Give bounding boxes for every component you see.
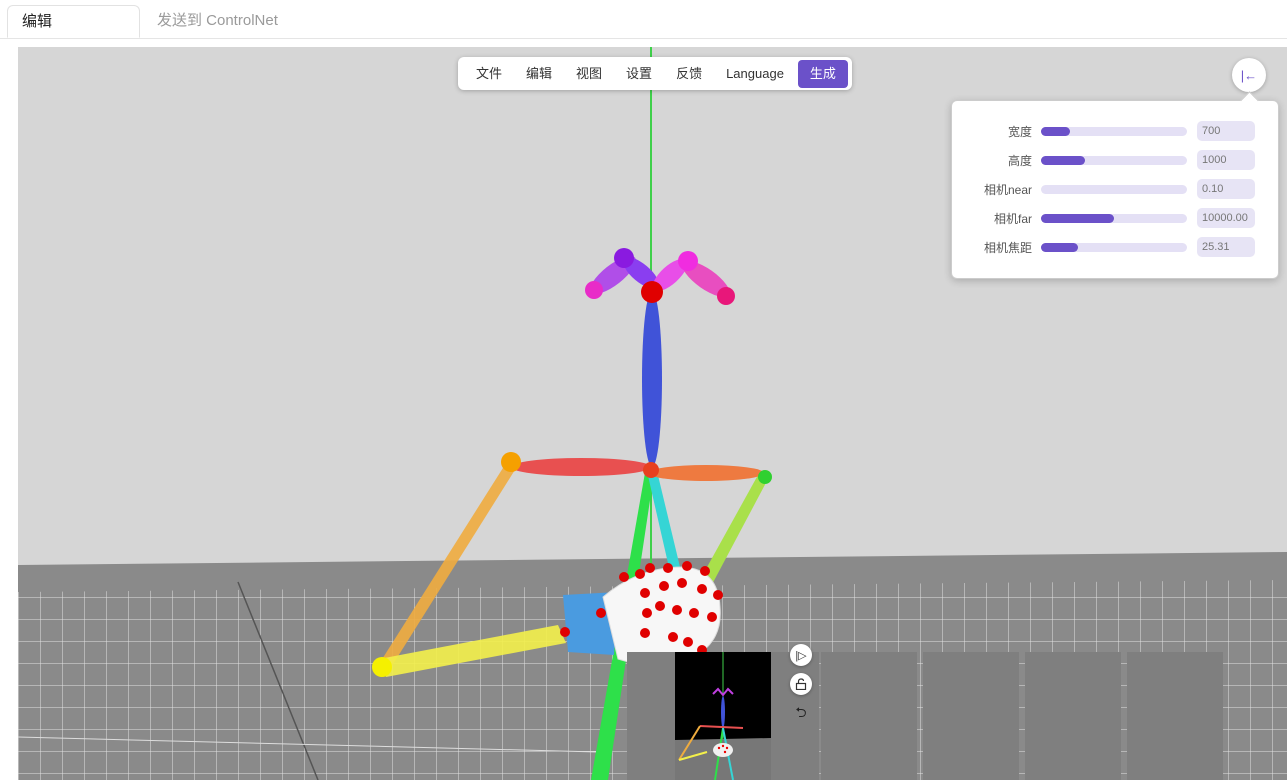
setting-row-camera-near: 相机near 0.10 <box>952 179 1278 199</box>
joint-left-shoulder <box>501 452 521 472</box>
setting-label: 高度 <box>1007 154 1032 168</box>
camera-near-slider[interactable] <box>1041 185 1187 194</box>
width-slider[interactable] <box>1041 127 1187 136</box>
joint-right-ear <box>717 287 735 305</box>
width-input[interactable]: 700 <box>1197 121 1255 141</box>
right-shoulder-bone <box>648 465 764 481</box>
height-input[interactable]: 1000 <box>1197 150 1255 170</box>
tab-edit-openpose[interactable]: 编辑 Openpose <box>7 5 140 62</box>
focal-length-input[interactable]: 25.31 <box>1197 237 1255 257</box>
thumbnail-preview <box>675 652 771 780</box>
menu-feedback[interactable]: 反馈 <box>664 60 714 88</box>
setting-label: 相机焦距 <box>983 241 1032 255</box>
thumbnail-slot[interactable] <box>821 652 917 780</box>
generate-button[interactable]: 生成 <box>797 59 848 88</box>
joint-left-eye <box>614 248 634 268</box>
tab-bar: 编辑 Openpose 发送到 ControlNet <box>0 0 1287 62</box>
thumbnail-slot[interactable] <box>923 652 1019 780</box>
joint-right-shoulder <box>758 470 772 484</box>
camera-far-input[interactable]: 10000.00 <box>1197 208 1255 228</box>
joint-nose <box>641 281 663 303</box>
focal-length-slider[interactable] <box>1041 243 1187 252</box>
play-icon[interactable]: |▷ <box>790 644 812 666</box>
menu-view[interactable]: 视图 <box>564 60 614 88</box>
undo-icon[interactable]: ⮌ <box>790 703 812 725</box>
menu-file[interactable]: 文件 <box>464 60 514 88</box>
menu-language[interactable]: Language <box>714 60 796 88</box>
top-menu-bar: 文件 编辑 视图 设置 反馈 Language 生成 <box>458 57 852 90</box>
setting-row-height: 高度 1000 <box>952 150 1278 170</box>
joint-left-wrist <box>372 657 392 677</box>
joint-left-ear <box>585 281 603 299</box>
menu-settings[interactable]: 设置 <box>614 60 664 88</box>
setting-label: 宽度 <box>1007 125 1032 139</box>
thumbnail-slot[interactable] <box>627 652 675 780</box>
3d-viewport[interactable]: 文件 编辑 视图 设置 反馈 Language 生成 |← 宽度 700 高度 … <box>18 47 1287 780</box>
collapse-left-icon[interactable]: |← <box>1232 58 1266 92</box>
pose-thumbnail-strip: |▷ ⮌ <box>627 644 1225 780</box>
setting-row-focal-length: 相机焦距 25.31 <box>952 237 1278 257</box>
joint-neck <box>643 462 659 478</box>
camera-settings-panel: 宽度 700 高度 1000 相机near 0.10 相机far 10000.0… <box>951 100 1279 279</box>
spine-bone <box>642 291 662 467</box>
height-slider[interactable] <box>1041 156 1187 165</box>
tab-send-to-controlnet[interactable]: 发送到 ControlNet <box>143 5 292 38</box>
left-shoulder-bone <box>511 458 651 476</box>
joint-right-eye <box>678 251 698 271</box>
thumbnail-active[interactable] <box>675 652 771 780</box>
unlock-icon[interactable] <box>790 673 812 695</box>
camera-far-slider[interactable] <box>1041 214 1187 223</box>
thumbnail-slot[interactable] <box>1025 652 1121 780</box>
setting-label: 相机far <box>993 212 1032 226</box>
setting-row-camera-far: 相机far 10000.00 <box>952 208 1278 228</box>
menu-edit[interactable]: 编辑 <box>514 60 564 88</box>
setting-label: 相机near <box>983 183 1032 197</box>
camera-near-input[interactable]: 0.10 <box>1197 179 1255 199</box>
setting-row-width: 宽度 700 <box>952 121 1278 141</box>
thumbnail-slot[interactable] <box>1127 652 1223 780</box>
